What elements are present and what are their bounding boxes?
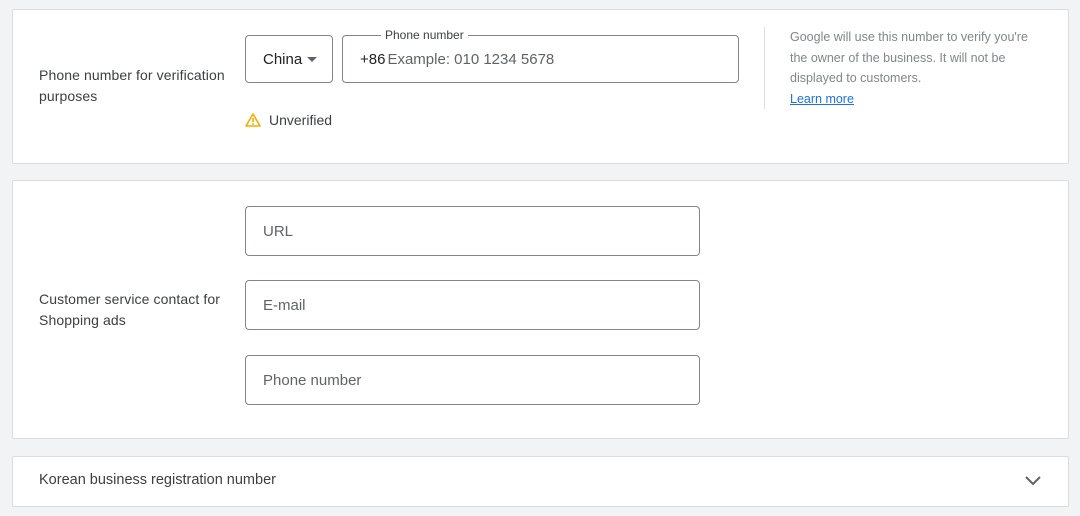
phone-verification-label: Phone number for verification purposes xyxy=(39,67,225,104)
help-text-block: Google will use this number to verify yo… xyxy=(764,27,1034,109)
phone-number-input[interactable] xyxy=(387,50,738,68)
customer-service-label: Customer service contact for Shopping ad… xyxy=(39,291,220,328)
learn-more-link[interactable]: Learn more xyxy=(790,92,854,106)
email-field[interactable] xyxy=(245,280,700,330)
korean-registration-label: Korean business registration number xyxy=(39,472,276,488)
cs-phone-input[interactable] xyxy=(263,371,699,389)
help-text: Google will use this number to verify yo… xyxy=(790,30,1028,85)
verification-status: Unverified xyxy=(245,112,332,128)
country-code-prefix: +86 xyxy=(360,50,386,68)
phone-verification-card: Phone number for verification purposes C… xyxy=(12,9,1069,164)
customer-service-card: Customer service contact for Shopping ad… xyxy=(12,180,1069,439)
verification-status-text: Unverified xyxy=(269,112,333,128)
caret-down-icon xyxy=(307,57,317,62)
country-select-value: China xyxy=(263,50,303,68)
email-input[interactable] xyxy=(263,296,699,314)
country-select[interactable]: China xyxy=(245,35,333,83)
korean-registration-card[interactable]: Korean business registration number xyxy=(12,456,1069,507)
chevron-down-icon[interactable] xyxy=(1024,474,1042,486)
phone-number-field[interactable]: Phone number +86 xyxy=(342,27,739,83)
cs-phone-field[interactable] xyxy=(245,355,700,405)
warning-icon xyxy=(245,113,261,127)
url-field[interactable] xyxy=(245,206,700,256)
phone-number-field-label: Phone number xyxy=(381,27,468,43)
url-input[interactable] xyxy=(263,222,699,240)
